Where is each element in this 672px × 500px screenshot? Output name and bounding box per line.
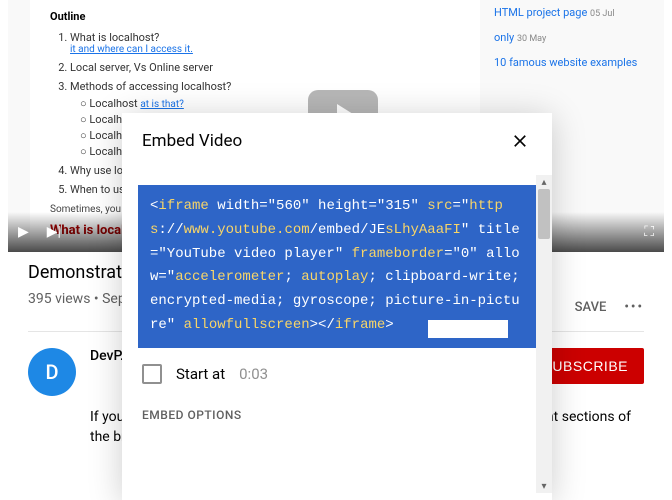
fullscreen-icon[interactable]: ⛶: [644, 224, 654, 240]
recommended-card[interactable]: only 30 May: [494, 25, 654, 50]
start-at-time-input[interactable]: 0:03: [239, 365, 268, 383]
modal-header: Embed Video: [122, 113, 552, 165]
scroll-down-arrow-icon[interactable]: ▾: [539, 481, 549, 491]
video-meta: 395 views • Sep...: [28, 291, 137, 307]
recommended-sidebar: HTML project page 05 Jul only 30 May 10 …: [494, 0, 654, 75]
list-item: Local server, Vs Online server: [70, 61, 460, 74]
embed-code-textarea[interactable]: <iframe width="560" height="315" src="ht…: [138, 185, 536, 348]
embed-video-modal: Embed Video ▴ ▾ <iframe width="560" heig…: [122, 113, 552, 500]
start-at-checkbox[interactable]: [142, 364, 162, 384]
save-button[interactable]: SAVE: [575, 300, 607, 315]
play-button-icon[interactable]: ▶: [18, 224, 29, 240]
text-cursor: [428, 320, 508, 338]
slide-sublink: it and where can I access it.: [70, 44, 460, 55]
modal-scrollbar-thumb[interactable]: [538, 189, 550, 239]
recommended-card[interactable]: HTML project page 05 Jul: [494, 0, 654, 25]
close-button[interactable]: [508, 129, 532, 153]
channel-avatar[interactable]: D: [28, 348, 76, 396]
next-button-icon[interactable]: ▶|: [47, 224, 61, 240]
start-at-row: Start at 0:03: [122, 348, 552, 392]
modal-scrollbar-track[interactable]: ▴ ▾: [536, 175, 552, 493]
start-at-label: Start at: [176, 365, 225, 383]
list-item: Localhost at is that?: [80, 97, 460, 110]
modal-title: Embed Video: [142, 131, 242, 151]
recommended-card[interactable]: 10 famous website examples: [494, 50, 654, 75]
scroll-up-arrow-icon[interactable]: ▴: [539, 177, 549, 187]
slide-outline-heading: Outline: [50, 10, 460, 23]
list-item: What is localhost? it and where can I ac…: [70, 31, 460, 55]
more-actions-icon[interactable]: •••: [624, 300, 644, 315]
embed-options-heading: EMBED OPTIONS: [122, 392, 552, 422]
close-icon: [510, 131, 530, 151]
video-actions: SAVE •••: [575, 300, 644, 315]
